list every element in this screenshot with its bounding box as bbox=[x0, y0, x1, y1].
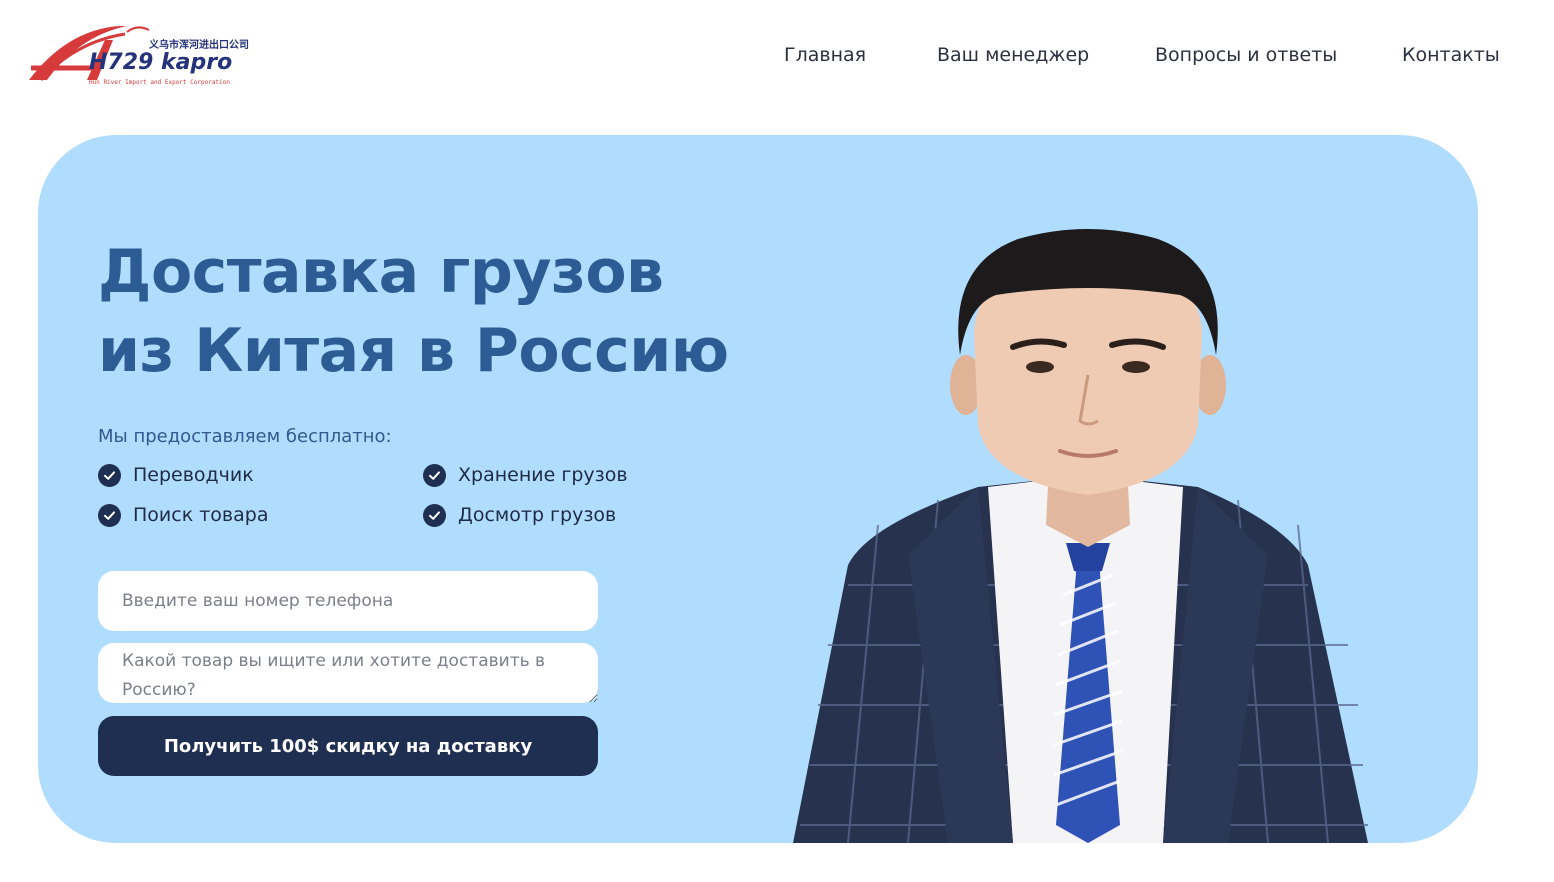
hero-section: Доставка грузов из Китая в Россию Мы пре… bbox=[38, 135, 1478, 843]
hero-title-line-1: Доставка грузов bbox=[98, 237, 664, 307]
feature-list: Переводчик Хранение грузов Поиск товара … bbox=[98, 463, 698, 543]
check-circle-icon bbox=[98, 463, 121, 487]
check-circle-icon bbox=[423, 463, 446, 487]
main-nav: Главная Ваш менеджер Вопросы и ответы Ко… bbox=[0, 44, 1554, 70]
manager-portrait-image bbox=[793, 229, 1368, 843]
feature-label: Переводчик bbox=[133, 464, 254, 486]
hero-title: Доставка грузов из Китая в Россию bbox=[98, 233, 798, 391]
check-circle-icon bbox=[423, 503, 446, 527]
nav-link-manager[interactable]: Ваш менеджер bbox=[937, 44, 1089, 66]
nav-link-faq[interactable]: Вопросы и ответы bbox=[1155, 44, 1337, 66]
feature-item-storage: Хранение грузов bbox=[423, 463, 628, 487]
nav-link-home[interactable]: Главная bbox=[784, 44, 866, 66]
feature-item-inspection: Досмотр грузов bbox=[423, 503, 616, 527]
feature-label: Поиск товара bbox=[133, 504, 269, 526]
discount-submit-button[interactable]: Получить 100$ скидку на доставку bbox=[98, 716, 598, 776]
feature-label: Досмотр грузов bbox=[458, 504, 617, 526]
feature-item-product-search: Поиск товара bbox=[98, 503, 268, 527]
feature-label: Хранение грузов bbox=[458, 464, 628, 486]
check-circle-icon bbox=[98, 503, 121, 527]
logo-tagline: Hun River Import and Export Corporation bbox=[89, 79, 230, 86]
feature-item-translator: Переводчик bbox=[98, 463, 254, 487]
hero-subtitle: Мы предоставляем бесплатно: bbox=[98, 426, 392, 447]
hero-title-line-2: из Китая в Россию bbox=[98, 316, 729, 386]
phone-input[interactable] bbox=[98, 571, 598, 631]
product-textarea[interactable] bbox=[98, 643, 598, 703]
nav-link-contacts[interactable]: Контакты bbox=[1402, 44, 1500, 66]
